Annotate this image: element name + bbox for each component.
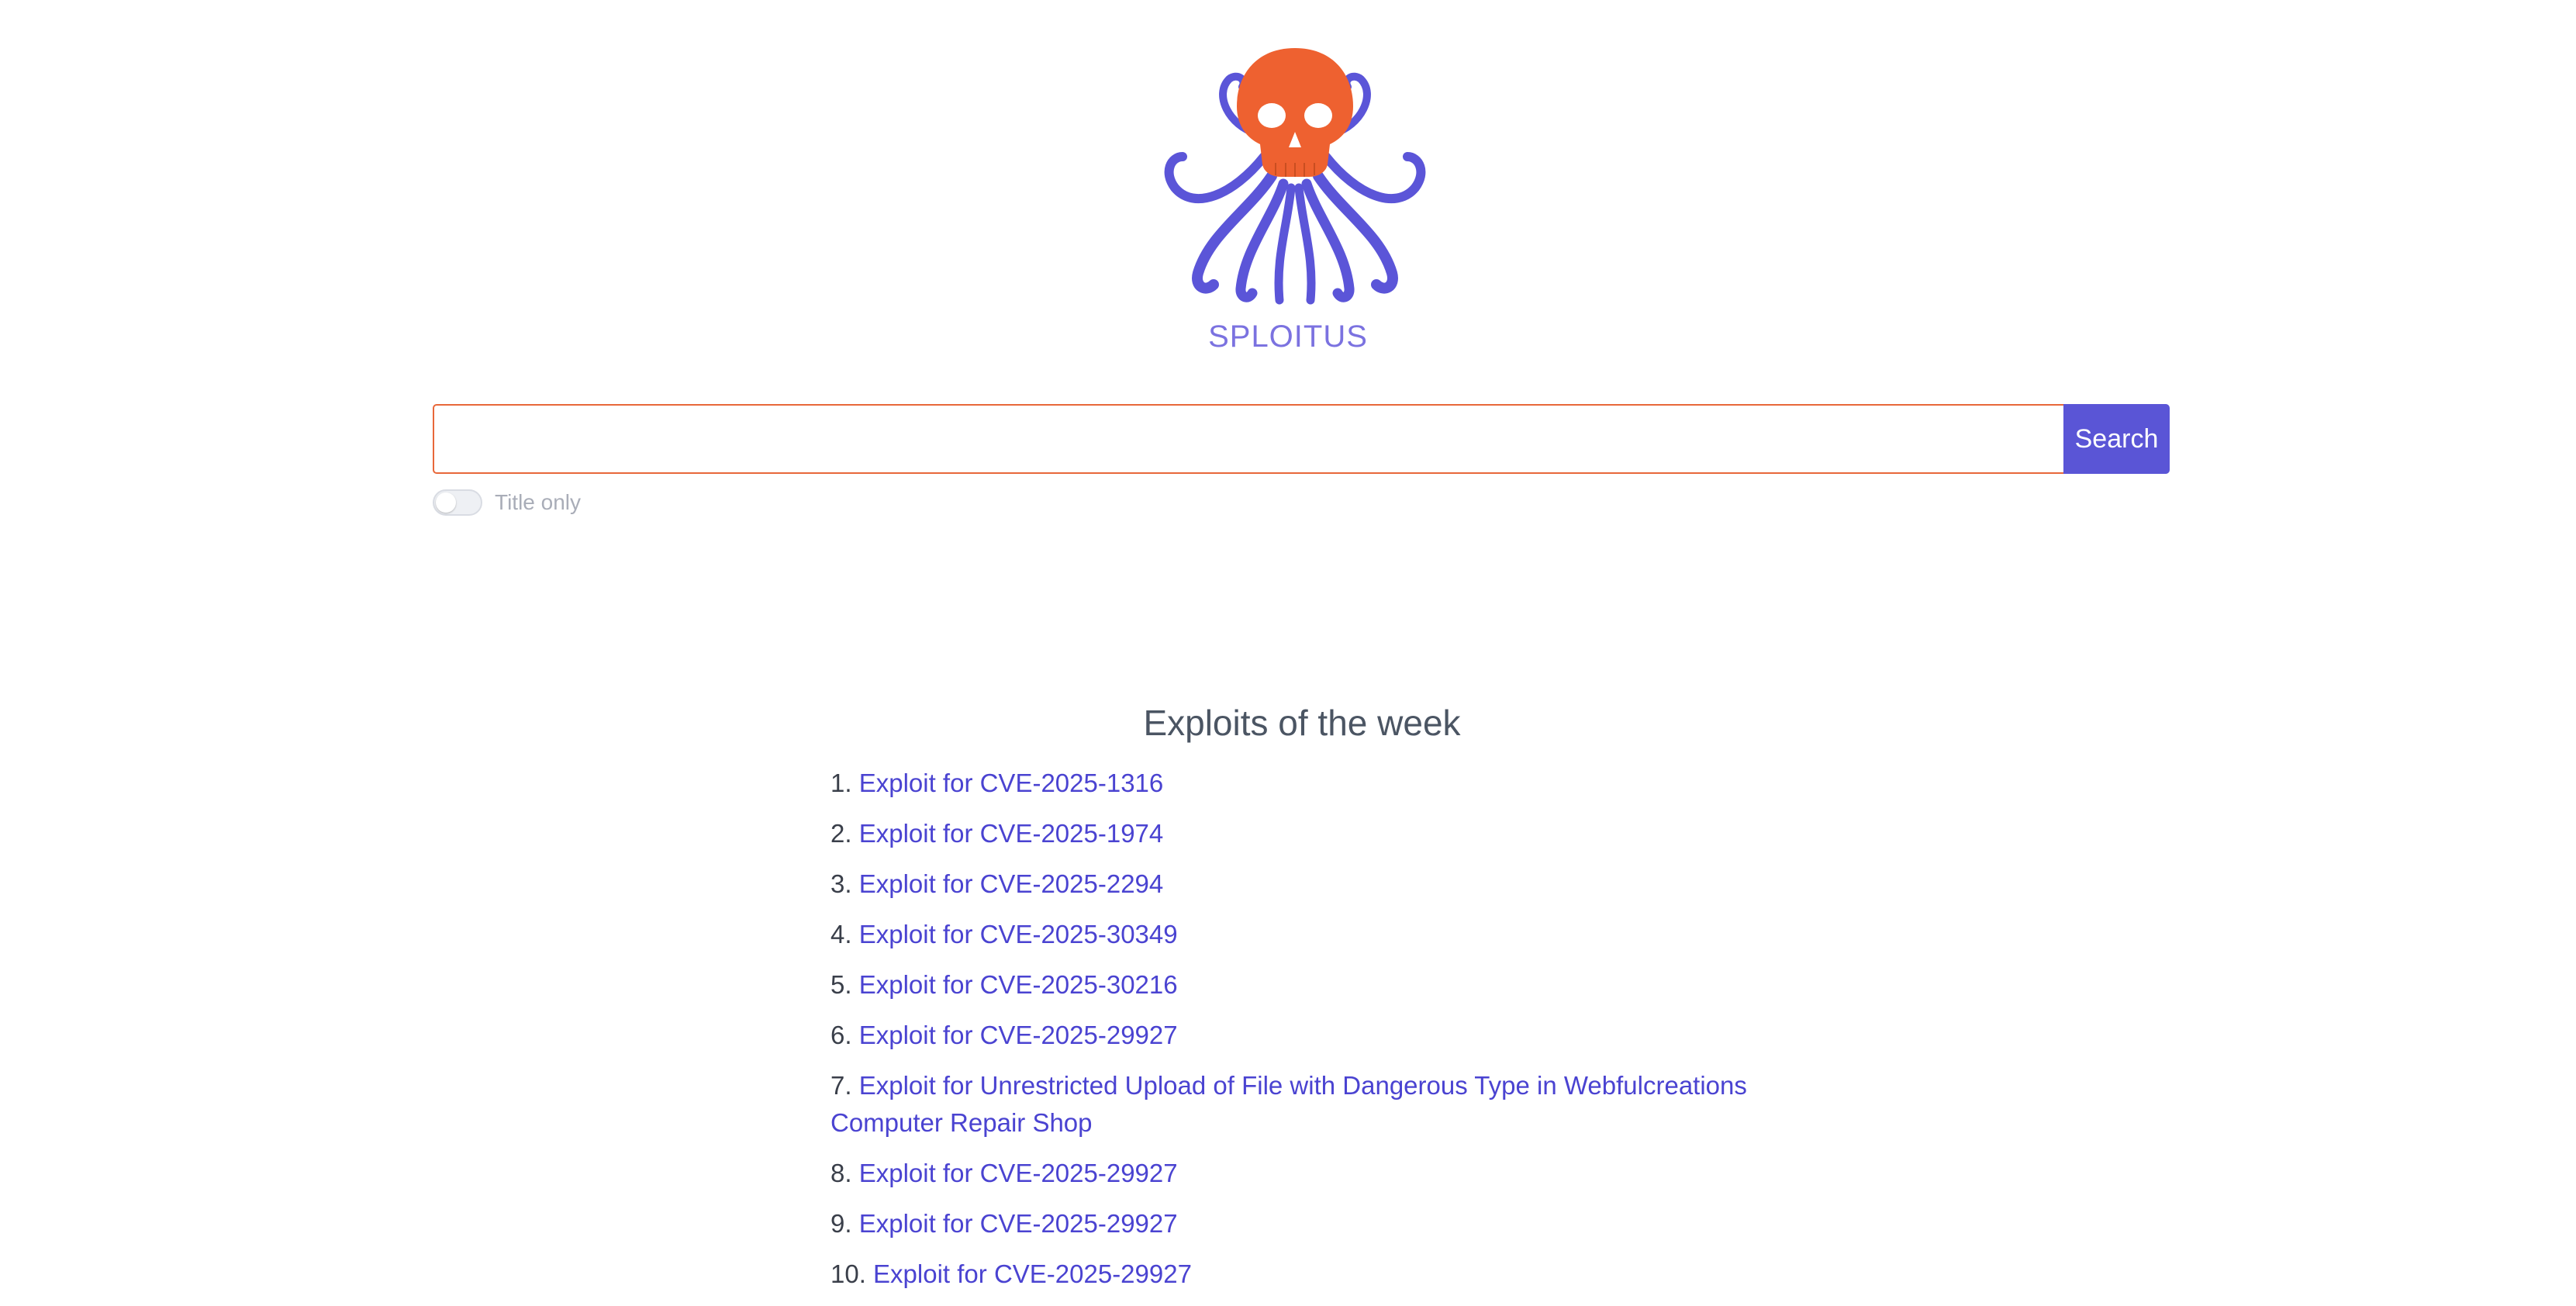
exploit-item: 5. Exploit for CVE-2025-30216: [830, 966, 1800, 1004]
exploit-number: 9.: [830, 1209, 852, 1238]
exploit-number: 2.: [830, 819, 852, 848]
search-button[interactable]: Search: [2063, 404, 2170, 474]
exploit-number: 10.: [830, 1259, 866, 1288]
exploit-link[interactable]: Exploit for Unrestricted Upload of File …: [830, 1071, 1747, 1137]
toggle-knob: [436, 492, 456, 513]
search-input[interactable]: [433, 404, 2063, 474]
exploit-item: 9. Exploit for CVE-2025-29927: [830, 1205, 1800, 1242]
exploit-link[interactable]: Exploit for CVE-2025-29927: [859, 1159, 1178, 1187]
title-only-toggle[interactable]: [433, 489, 482, 516]
exploit-item: 4. Exploit for CVE-2025-30349: [830, 916, 1800, 953]
exploit-number: 4.: [830, 920, 852, 948]
brand-name[interactable]: SPLOITUS: [0, 320, 2576, 354]
exploit-link[interactable]: Exploit for CVE-2025-1974: [859, 819, 1164, 848]
exploit-list: 1. Exploit for CVE-2025-1316 2. Exploit …: [830, 765, 1800, 1306]
exploit-link[interactable]: Exploit for CVE-2025-30349: [859, 920, 1178, 948]
exploit-item: 3. Exploit for CVE-2025-2294: [830, 865, 1800, 903]
exploit-number: 5.: [830, 970, 852, 999]
exploits-heading: Exploits of the week: [1143, 703, 1461, 743]
title-only-label[interactable]: Title only: [495, 490, 581, 515]
exploit-item: 6. Exploit for CVE-2025-29927: [830, 1017, 1800, 1054]
exploit-item: 8. Exploit for CVE-2025-29927: [830, 1155, 1800, 1192]
exploits-of-the-week: Exploits of the week 1. Exploit for CVE-…: [0, 702, 2576, 1288]
search-bar: Search: [433, 404, 2170, 474]
title-only-filter: Title only: [433, 487, 581, 518]
home-page: SPLOITUS Search Title only Exploits of t…: [0, 0, 2576, 1300]
octopus-skull-icon[interactable]: [1148, 40, 1442, 312]
exploit-link[interactable]: Exploit for CVE-2025-30216: [859, 970, 1178, 999]
exploit-item: 10. Exploit for CVE-2025-29927: [830, 1256, 1800, 1293]
exploit-link[interactable]: Exploit for CVE-2025-1316: [859, 769, 1164, 797]
exploit-link[interactable]: Exploit for CVE-2025-29927: [873, 1259, 1192, 1288]
exploit-number: 8.: [830, 1159, 852, 1187]
exploit-number: 6.: [830, 1021, 852, 1049]
exploit-number: 7.: [830, 1071, 852, 1100]
exploit-link[interactable]: Exploit for CVE-2025-29927: [859, 1021, 1178, 1049]
exploit-item: 2. Exploit for CVE-2025-1974: [830, 815, 1800, 852]
exploit-item: 1. Exploit for CVE-2025-1316: [830, 765, 1800, 802]
exploit-number: 1.: [830, 769, 852, 797]
exploit-item: 7. Exploit for Unrestricted Upload of Fi…: [830, 1067, 1800, 1142]
exploit-number: 3.: [830, 869, 852, 898]
exploit-link[interactable]: Exploit for CVE-2025-2294: [859, 869, 1164, 898]
exploit-link[interactable]: Exploit for CVE-2025-29927: [859, 1209, 1178, 1238]
